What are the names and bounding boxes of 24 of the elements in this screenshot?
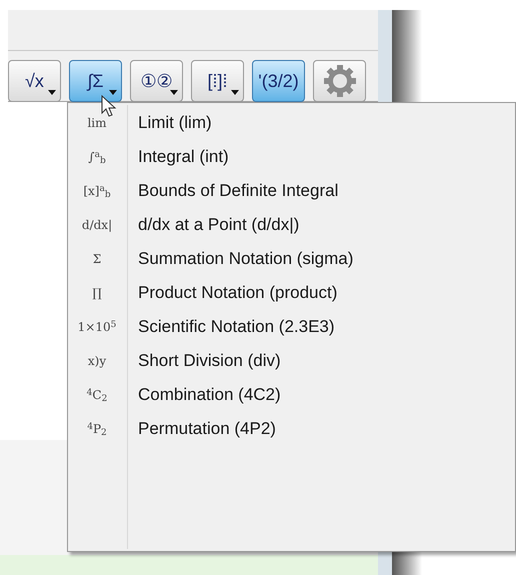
toolbar-button[interactable]: '(3/2) — [252, 60, 305, 102]
toolbar-button[interactable]: [⁞]⁞ — [191, 60, 244, 102]
menu-item[interactable]: lim Limit (lim) — [68, 106, 515, 140]
math-symbol-icon: d/dx| — [68, 216, 126, 234]
menu-item[interactable]: ∏ Product Notation (product) — [68, 276, 515, 310]
math-symbol-icon: $^{4}$P$_{2}$ — [68, 420, 126, 438]
toolbar-button[interactable]: √x — [8, 60, 61, 102]
menu-item[interactable]: Σ Summation Notation (sigma) — [68, 242, 515, 276]
toolbar-button[interactable]: ∫Σ — [69, 60, 122, 102]
settings-icon — [322, 63, 358, 99]
math-symbol-icon: $^{4}$C$_{2}$ — [68, 386, 126, 404]
menu-item[interactable]: $^{4}$P$_{2}$ Permutation (4P2) — [68, 412, 515, 446]
menu-item[interactable]: 1×10$^{5}$ Scientific Notation (2.3E3) — [68, 310, 515, 344]
math-symbol-icon: x)y — [68, 352, 126, 370]
toolbar-button[interactable]: ①② — [130, 60, 183, 102]
math-symbol-icon: lim — [68, 114, 126, 132]
menu-item[interactable]: d/dx| d/dx at a Point (d/dx|) — [68, 208, 515, 242]
menu-item[interactable]: $^{4}$C$_{2}$ Combination (4C2) — [68, 378, 515, 412]
mouse-cursor-icon — [101, 95, 117, 119]
math-symbol-icon: 1×10$^{5}$ — [68, 318, 126, 336]
menu-item[interactable]: x)y Short Division (div) — [68, 344, 515, 378]
settings-button[interactable] — [313, 60, 366, 102]
math-symbol-icon: Σ — [68, 250, 126, 268]
math-symbol-icon: ∏ — [68, 284, 126, 302]
